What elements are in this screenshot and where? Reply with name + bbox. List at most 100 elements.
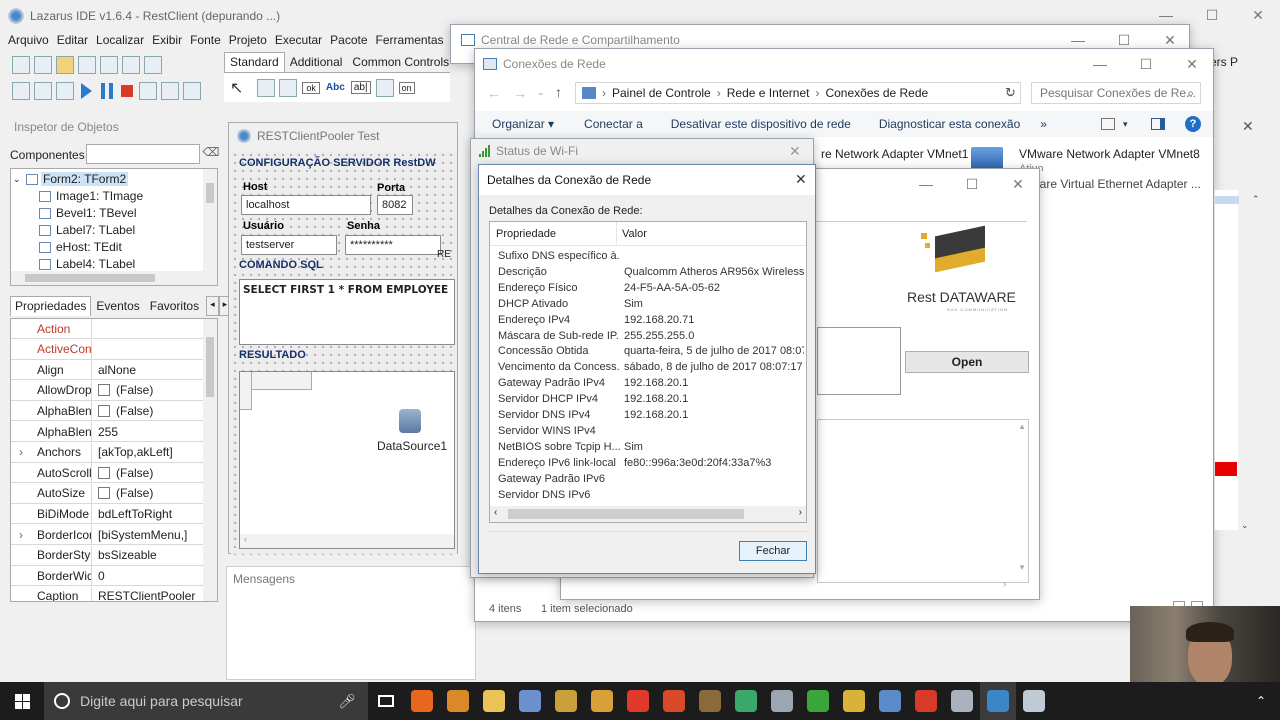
cmd-diagnosticar[interactable]: Diagnosticar esta conexão: [879, 117, 1020, 131]
back-arrow-icon[interactable]: ←: [487, 85, 501, 101]
detail-row[interactable]: Endereço IPv6 link-local fe80::996a:3e0d:…: [490, 457, 805, 473]
property-row[interactable]: › BorderIcons [biSystemMenu,]: [11, 525, 217, 545]
open-icon[interactable]: [56, 56, 74, 74]
components-filter-input[interactable]: [86, 144, 200, 164]
password-input[interactable]: **********: [345, 235, 441, 255]
step-into-icon[interactable]: [139, 82, 157, 100]
property-row[interactable]: BorderStyle bsSizeable: [11, 545, 217, 566]
cmd-conectar[interactable]: Conectar a: [584, 117, 643, 131]
tree-vscrollbar[interactable]: [203, 169, 217, 273]
close-icon[interactable]: ✕: [789, 143, 801, 160]
checkbox-icon[interactable]: [98, 487, 110, 500]
property-value[interactable]: (False): [91, 380, 217, 400]
new-form-icon[interactable]: [34, 56, 52, 74]
tab-favoritos[interactable]: Favoritos: [145, 296, 204, 316]
forward-arrow-icon[interactable]: →: [513, 85, 527, 101]
detail-row[interactable]: Servidor DNS IPv6: [490, 489, 805, 505]
pointer-icon[interactable]: ↖: [230, 78, 243, 98]
stop-icon[interactable]: [121, 85, 133, 97]
expand-icon[interactable]: ›: [19, 528, 23, 542]
detail-row[interactable]: Vencimento da Concess... sábado, 8 de jul…: [490, 361, 805, 377]
property-value[interactable]: (False): [91, 463, 217, 483]
step-out-icon[interactable]: [183, 82, 201, 100]
task-view-button[interactable]: [368, 682, 404, 720]
close-icon[interactable]: ✕: [1169, 49, 1215, 79]
menu-fonte[interactable]: Fonte: [186, 33, 225, 51]
view-options-icon[interactable]: [1101, 118, 1115, 130]
property-row[interactable]: Action: [11, 319, 217, 339]
tree-item[interactable]: Label7: TLabel: [39, 222, 135, 238]
property-value[interactable]: [91, 319, 217, 338]
property-row[interactable]: AutoScroll (False): [11, 463, 217, 484]
collapse-icon[interactable]: ⌄: [13, 174, 23, 185]
taskbar-app-button[interactable]: [944, 682, 980, 720]
toggle-icon[interactable]: [34, 82, 52, 100]
user-input[interactable]: testserver: [241, 235, 337, 255]
refresh-icon[interactable]: ↻: [1005, 85, 1016, 101]
tab-eventos[interactable]: Eventos: [91, 296, 144, 316]
tree-item[interactable]: Bevel1: TBevel: [39, 205, 137, 221]
pause-icon[interactable]: [101, 83, 113, 99]
save-icon[interactable]: [78, 56, 96, 74]
property-value[interactable]: [biSystemMenu,]: [91, 525, 217, 544]
detail-row[interactable]: Gateway Padrão IPv6: [490, 473, 805, 489]
adapter-vmnet1[interactable]: re Network Adapter VMnet1: [821, 147, 968, 161]
property-value[interactable]: alNone: [91, 360, 217, 380]
detail-row[interactable]: Servidor WINS IPv4: [490, 425, 805, 441]
show-hidden-icons[interactable]: ⌃: [1256, 694, 1266, 708]
detail-row[interactable]: Sufixo DNS específico à...: [490, 250, 805, 266]
minimize-icon[interactable]: —: [1077, 49, 1123, 79]
scroll-down-icon[interactable]: ▼: [1018, 563, 1026, 572]
property-value[interactable]: [91, 339, 217, 359]
ttogglebox-icon[interactable]: on: [398, 81, 415, 94]
tlabel-icon[interactable]: Abc: [326, 82, 345, 93]
taskbar-app-button[interactable]: [692, 682, 728, 720]
checkbox-icon[interactable]: [98, 404, 110, 417]
port-input[interactable]: 8082: [377, 195, 413, 215]
taskbar-app-button[interactable]: [872, 682, 908, 720]
property-value[interactable]: 0: [91, 566, 217, 586]
search-box[interactable]: Pesquisar Conexões de Re... ⌕: [1031, 82, 1201, 104]
maximize-icon[interactable]: ☐: [1123, 49, 1169, 79]
property-value[interactable]: (False): [91, 401, 217, 421]
property-value[interactable]: bsSizeable: [91, 545, 217, 565]
detail-row[interactable]: Endereço IPv4 192.168.20.71: [490, 314, 805, 330]
up-arrow-icon[interactable]: ↑: [555, 84, 562, 100]
property-grid-scrollbar[interactable]: [203, 319, 217, 601]
taskbar-app-button[interactable]: [764, 682, 800, 720]
taskbar-app-button[interactable]: [476, 682, 512, 720]
menu-localizar[interactable]: Localizar: [92, 33, 148, 51]
menu-exibir[interactable]: Exibir: [148, 33, 186, 51]
start-button[interactable]: [0, 682, 44, 720]
detail-row[interactable]: Concessão Obtida quarta-feira, 5 de julho…: [490, 345, 805, 361]
taskbar-app-button[interactable]: [980, 682, 1016, 720]
property-value[interactable]: bdLeftToRight: [91, 504, 217, 524]
tree-item[interactable]: Label4: TLabel: [39, 256, 135, 272]
tree-item[interactable]: Image1: TImage: [39, 188, 143, 204]
property-row[interactable]: AllowDropFiles (False): [11, 380, 217, 401]
recent-dropdown-icon[interactable]: ⌄: [537, 87, 545, 98]
taskbar-app-button[interactable]: [836, 682, 872, 720]
taskbar-app-button[interactable]: [800, 682, 836, 720]
scroll-left-icon[interactable]: ‹: [494, 507, 497, 518]
save-all-icon[interactable]: [100, 56, 118, 74]
col-value[interactable]: Valor: [622, 228, 647, 240]
step-over-icon[interactable]: [161, 82, 179, 100]
address-bar[interactable]: › Painel de Controle › Rede e Internet ›…: [575, 82, 1021, 104]
property-row[interactable]: › Anchors [akTop,akLeft]: [11, 442, 217, 463]
taskbar-app-button[interactable]: [728, 682, 764, 720]
taskbar-app-button[interactable]: [404, 682, 440, 720]
new-unit-icon[interactable]: [12, 56, 30, 74]
close-icon[interactable]: ✕: [795, 171, 807, 188]
menu-arquivo[interactable]: Arquivo: [4, 33, 53, 51]
tmemo-icon[interactable]: [375, 78, 394, 97]
expand-icon[interactable]: ›: [19, 445, 23, 459]
menu-executar[interactable]: Executar: [271, 33, 326, 51]
taskbar-search[interactable]: Digite aqui para pesquisar 🎤︎: [44, 682, 368, 720]
result-grid[interactable]: ‹: [239, 371, 455, 549]
editor-scroll-down-icon[interactable]: ⌄: [1241, 520, 1249, 531]
property-row[interactable]: BorderWidth 0: [11, 566, 217, 587]
taskbar-app-button[interactable]: [584, 682, 620, 720]
close-button[interactable]: Fechar: [739, 541, 807, 561]
grid-hscrollbar[interactable]: ‹: [240, 534, 454, 548]
